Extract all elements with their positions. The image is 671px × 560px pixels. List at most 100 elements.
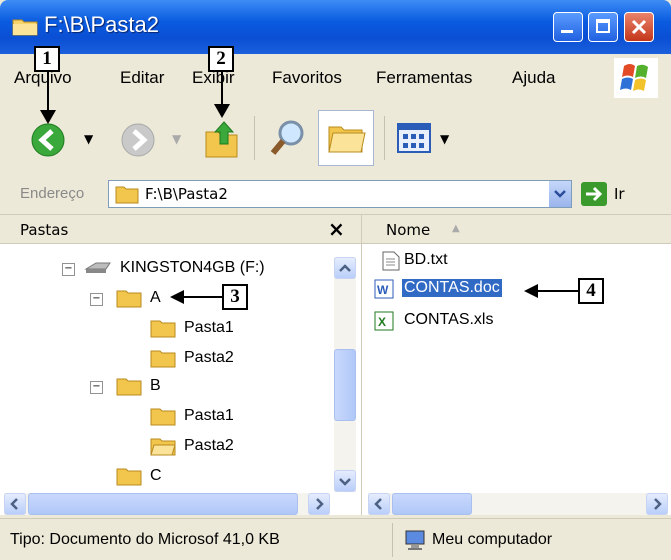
- folder-icon: [116, 290, 142, 308]
- sort-ascending-icon: ▲: [452, 223, 460, 234]
- scroll-right-button[interactable]: [308, 493, 330, 515]
- chevron-down-icon: [554, 190, 566, 198]
- collapse-icon[interactable]: −: [90, 293, 103, 306]
- toolbar: ▼ ▼ ▼: [0, 102, 671, 175]
- callout-2: 2: [208, 46, 234, 72]
- excel-xls-icon: X: [374, 311, 394, 331]
- folder-icon: [116, 468, 142, 486]
- callout-4: 4: [578, 278, 604, 304]
- folders-pane: Pastas × − KINGSTON4GB (F:) − A Pasta1 P…: [0, 215, 362, 515]
- files-pane: Nome ▲ BD.txt W CONTAS.doc X CONTAS.xls: [362, 215, 671, 515]
- folder-icon: [150, 408, 176, 426]
- chevron-left-icon: [374, 498, 382, 510]
- folders-icon: [328, 126, 366, 153]
- tree-item-a-pasta1[interactable]: Pasta1: [184, 319, 234, 337]
- arrow-head-down-icon: [214, 104, 230, 118]
- minimize-button[interactable]: [553, 12, 583, 42]
- folders-horizontal-scrollbar[interactable]: [4, 493, 330, 515]
- forward-dropdown-icon[interactable]: ▼: [172, 132, 181, 146]
- folders-vertical-scrollbar[interactable]: [334, 257, 356, 492]
- go-button[interactable]: [581, 182, 607, 206]
- explorer-window: F:\B\Pasta2 Arquivo Editar Exibir Favori…: [0, 0, 671, 560]
- tree-item-b-pasta1[interactable]: Pasta1: [184, 407, 234, 425]
- forward-icon[interactable]: [120, 122, 156, 158]
- close-icon: [631, 19, 647, 35]
- folder-icon: [115, 186, 139, 204]
- menu-ajuda[interactable]: Ajuda: [512, 68, 555, 88]
- menu-editar[interactable]: Editar: [120, 68, 164, 88]
- scroll-left-button[interactable]: [368, 493, 390, 515]
- scroll-right-button[interactable]: [646, 493, 668, 515]
- callout-2-arrow: [221, 72, 223, 108]
- folders-button[interactable]: [318, 110, 374, 166]
- drive-icon: [84, 262, 111, 273]
- file-item-bd-txt[interactable]: BD.txt: [404, 251, 448, 269]
- file-item-contas-xls[interactable]: CONTAS.xls: [404, 311, 493, 329]
- arrow-head-down-icon: [40, 110, 56, 124]
- scroll-left-button[interactable]: [4, 493, 26, 515]
- tree-item-a[interactable]: A: [150, 289, 161, 307]
- collapse-icon[interactable]: −: [62, 263, 75, 276]
- tree-item-b-pasta2[interactable]: Pasta2: [184, 437, 234, 455]
- files-horizontal-scrollbar[interactable]: [368, 493, 668, 515]
- address-label: Endereço: [20, 185, 85, 202]
- menu-ferramentas[interactable]: Ferramentas: [376, 68, 472, 88]
- chevron-right-icon: [654, 498, 662, 510]
- toolbar-separator: [254, 116, 255, 160]
- collapse-icon[interactable]: −: [90, 381, 103, 394]
- views-icon[interactable]: [396, 122, 432, 154]
- address-input[interactable]: F:\B\Pasta2: [108, 180, 572, 208]
- status-divider: [392, 523, 393, 557]
- scroll-up-button[interactable]: [334, 257, 356, 279]
- up-folder-icon[interactable]: [202, 118, 242, 160]
- chevron-up-icon: [339, 264, 351, 272]
- tree-item-a-pasta2[interactable]: Pasta2: [184, 349, 234, 367]
- folder-open-icon: [150, 438, 176, 456]
- column-name-label: Nome: [386, 221, 431, 239]
- chevron-down-icon: [339, 478, 351, 486]
- title-bar[interactable]: F:\B\Pasta2: [0, 0, 671, 54]
- text-file-icon: [382, 251, 400, 271]
- chevron-left-icon: [10, 498, 18, 510]
- window-title: F:\B\Pasta2: [44, 12, 159, 37]
- maximize-button[interactable]: [588, 12, 618, 42]
- status-file-info: Tipo: Documento do Microsof 41,0 KB: [10, 531, 280, 548]
- back-icon[interactable]: [30, 122, 66, 158]
- status-location: Meu computador: [432, 531, 553, 548]
- file-item-contas-doc[interactable]: CONTAS.doc: [402, 279, 502, 297]
- windows-logo-icon: [614, 58, 658, 98]
- toolbar-separator: [384, 116, 385, 160]
- back-dropdown-icon[interactable]: ▼: [84, 132, 93, 146]
- svg-text:W: W: [377, 283, 389, 297]
- go-label[interactable]: Ir: [614, 185, 625, 203]
- menu-bar: Arquivo Editar Exibir Favoritos Ferramen…: [0, 54, 671, 103]
- folders-pane-title: Pastas: [20, 221, 69, 239]
- folder-icon: [12, 19, 38, 36]
- scroll-thumb[interactable]: [334, 349, 356, 421]
- computer-icon: [405, 530, 425, 550]
- tree-item-c[interactable]: C: [150, 467, 162, 485]
- address-bar: Endereço F:\B\Pasta2 Ir: [0, 174, 671, 215]
- views-dropdown-icon[interactable]: ▼: [440, 132, 449, 146]
- scroll-thumb[interactable]: [28, 493, 298, 515]
- arrow-head-left-icon: [524, 284, 538, 298]
- address-value: F:\B\Pasta2: [145, 185, 228, 203]
- menu-favoritos[interactable]: Favoritos: [272, 68, 342, 88]
- folders-pane-header: Pastas ×: [0, 215, 361, 244]
- tree-item-b[interactable]: B: [150, 377, 161, 395]
- word-doc-icon: W: [374, 279, 394, 299]
- chevron-right-icon: [316, 498, 324, 510]
- folder-icon: [150, 320, 176, 338]
- column-header-name[interactable]: Nome ▲: [362, 215, 671, 244]
- address-dropdown-button[interactable]: [549, 181, 571, 207]
- tree-item-drive[interactable]: KINGSTON4GB (F:): [120, 259, 265, 277]
- search-icon[interactable]: [268, 118, 308, 160]
- close-button[interactable]: [624, 12, 654, 42]
- callout-3-arrow: [182, 296, 222, 298]
- folder-icon: [116, 378, 142, 396]
- close-pane-icon[interactable]: ×: [328, 217, 345, 241]
- callout-4-arrow: [536, 290, 578, 292]
- scroll-thumb[interactable]: [392, 493, 472, 515]
- callout-1: 1: [34, 46, 60, 72]
- scroll-down-button[interactable]: [334, 470, 356, 492]
